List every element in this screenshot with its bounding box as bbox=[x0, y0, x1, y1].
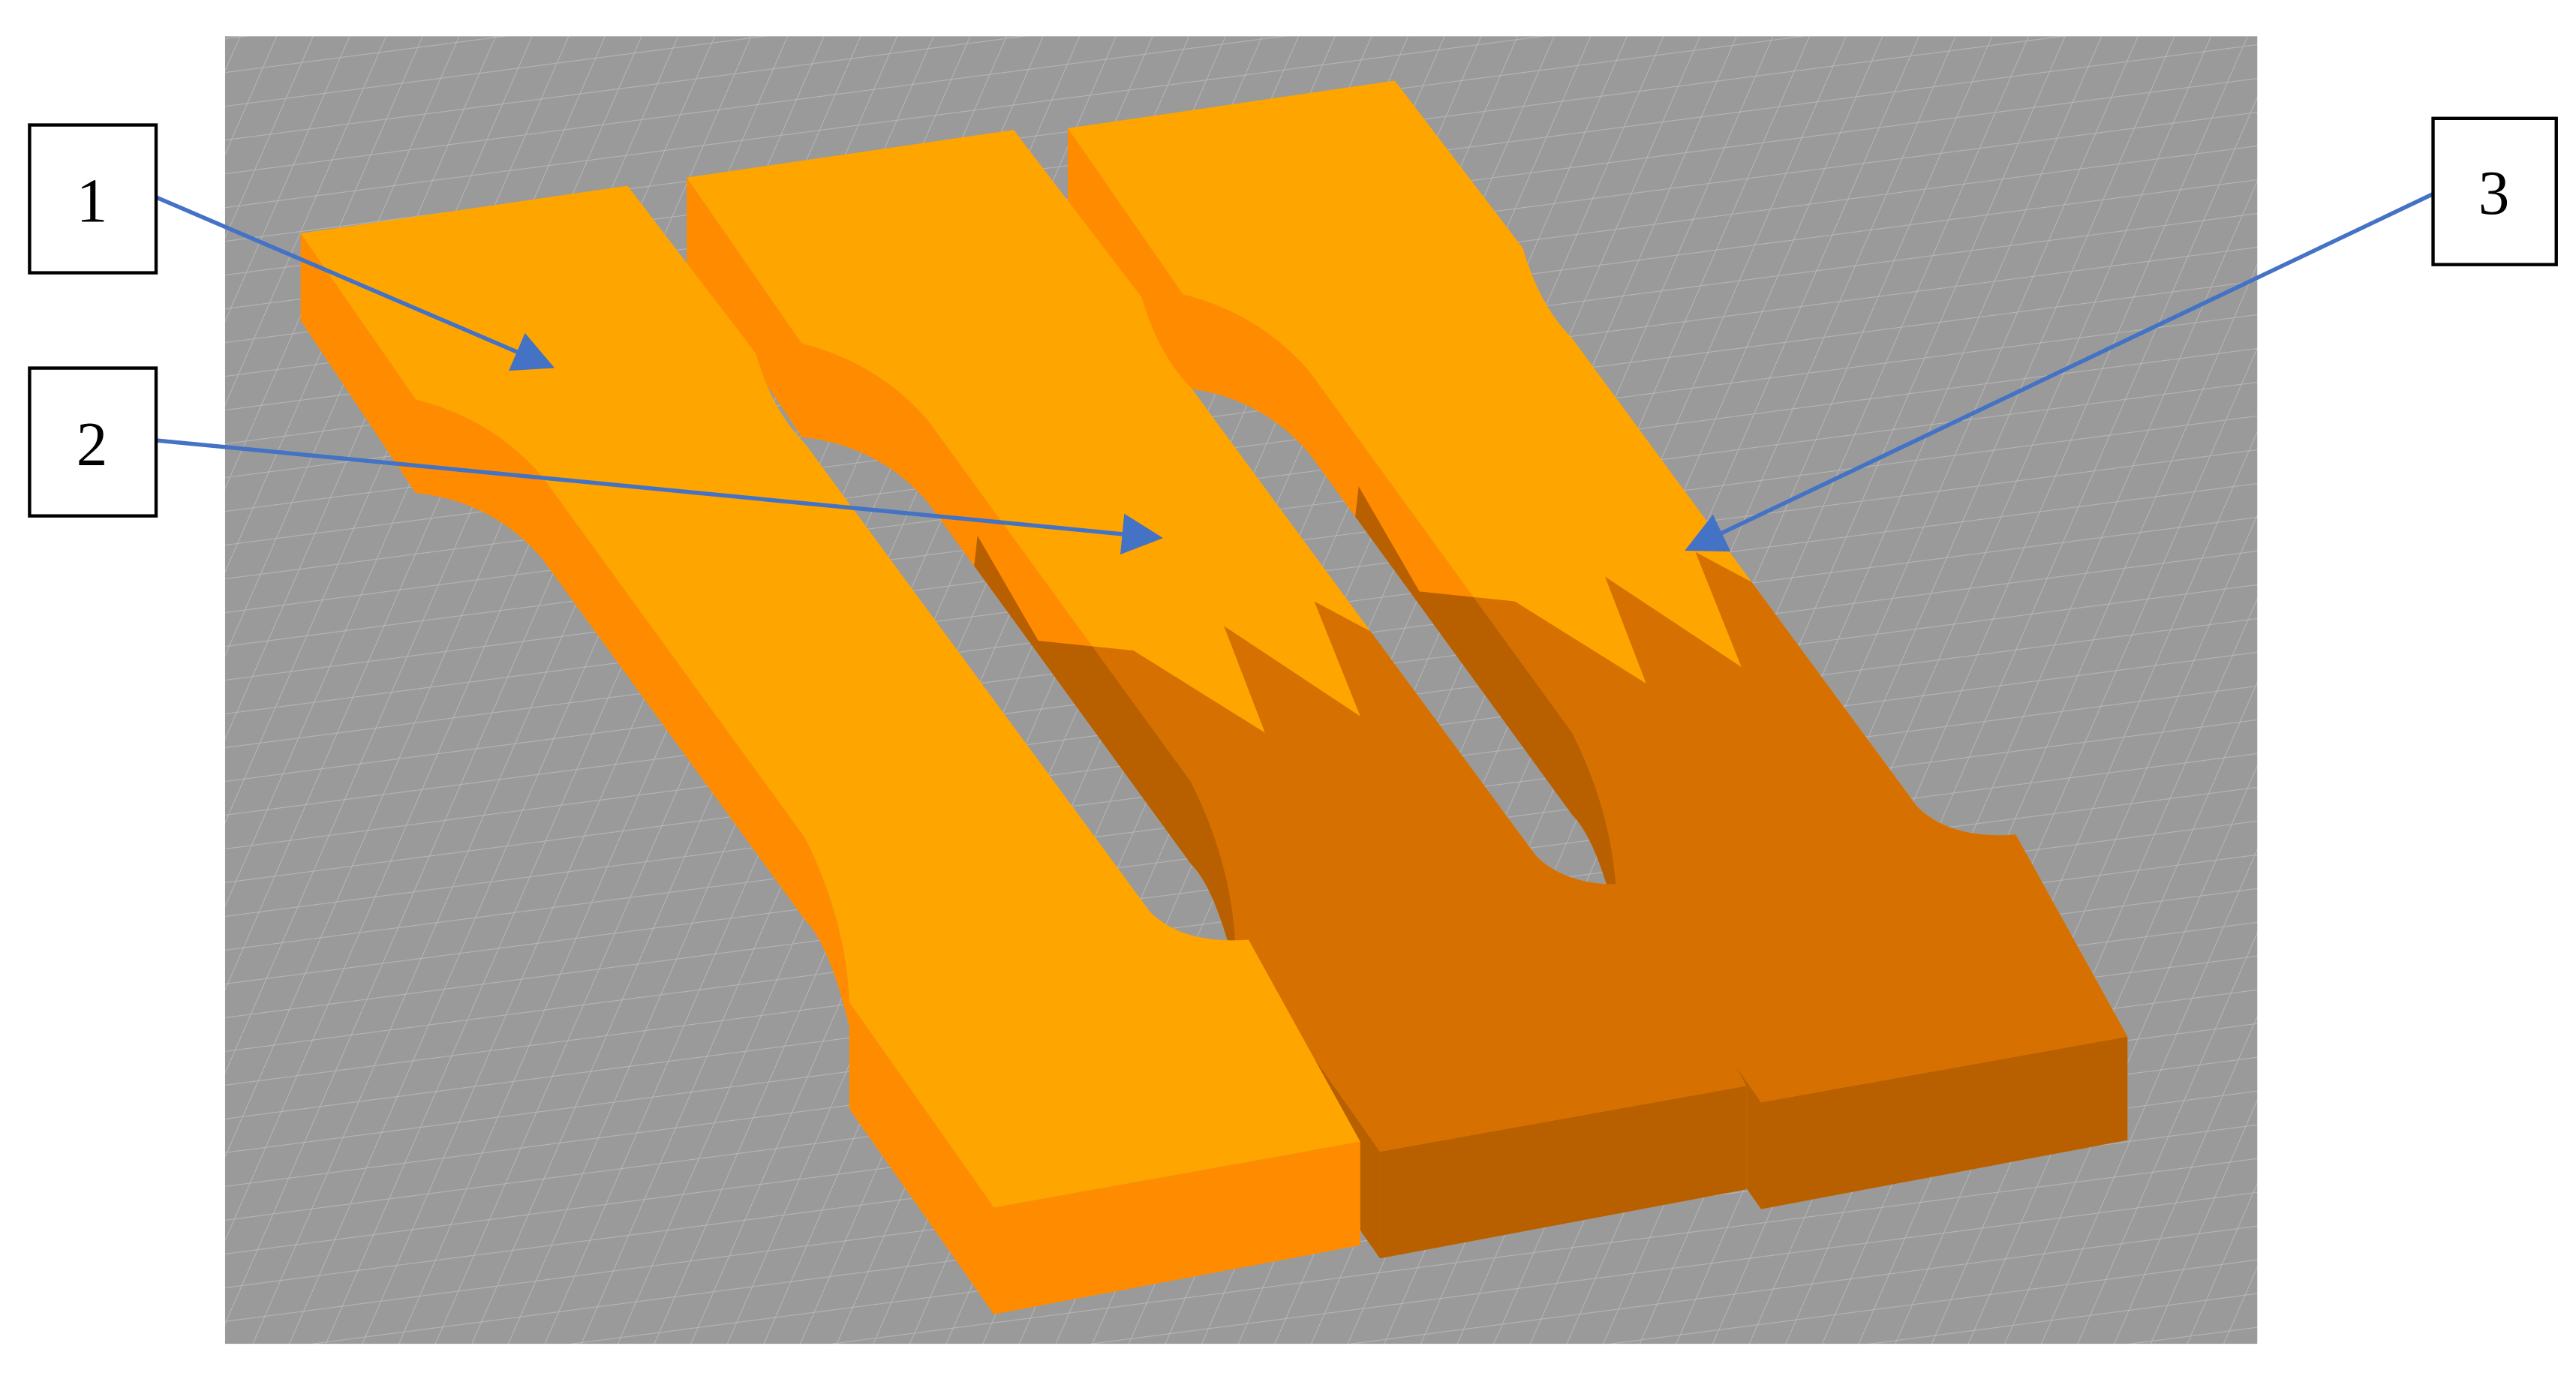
label-box-2: 2 bbox=[28, 366, 158, 518]
label-1: 1 bbox=[77, 167, 108, 236]
label-box-3: 3 bbox=[2431, 116, 2558, 266]
label-box-1: 1 bbox=[28, 123, 158, 275]
specimen-diagram: 1 2 3 bbox=[28, 36, 2558, 1344]
label-2: 2 bbox=[77, 410, 108, 479]
label-3: 3 bbox=[2478, 158, 2510, 227]
